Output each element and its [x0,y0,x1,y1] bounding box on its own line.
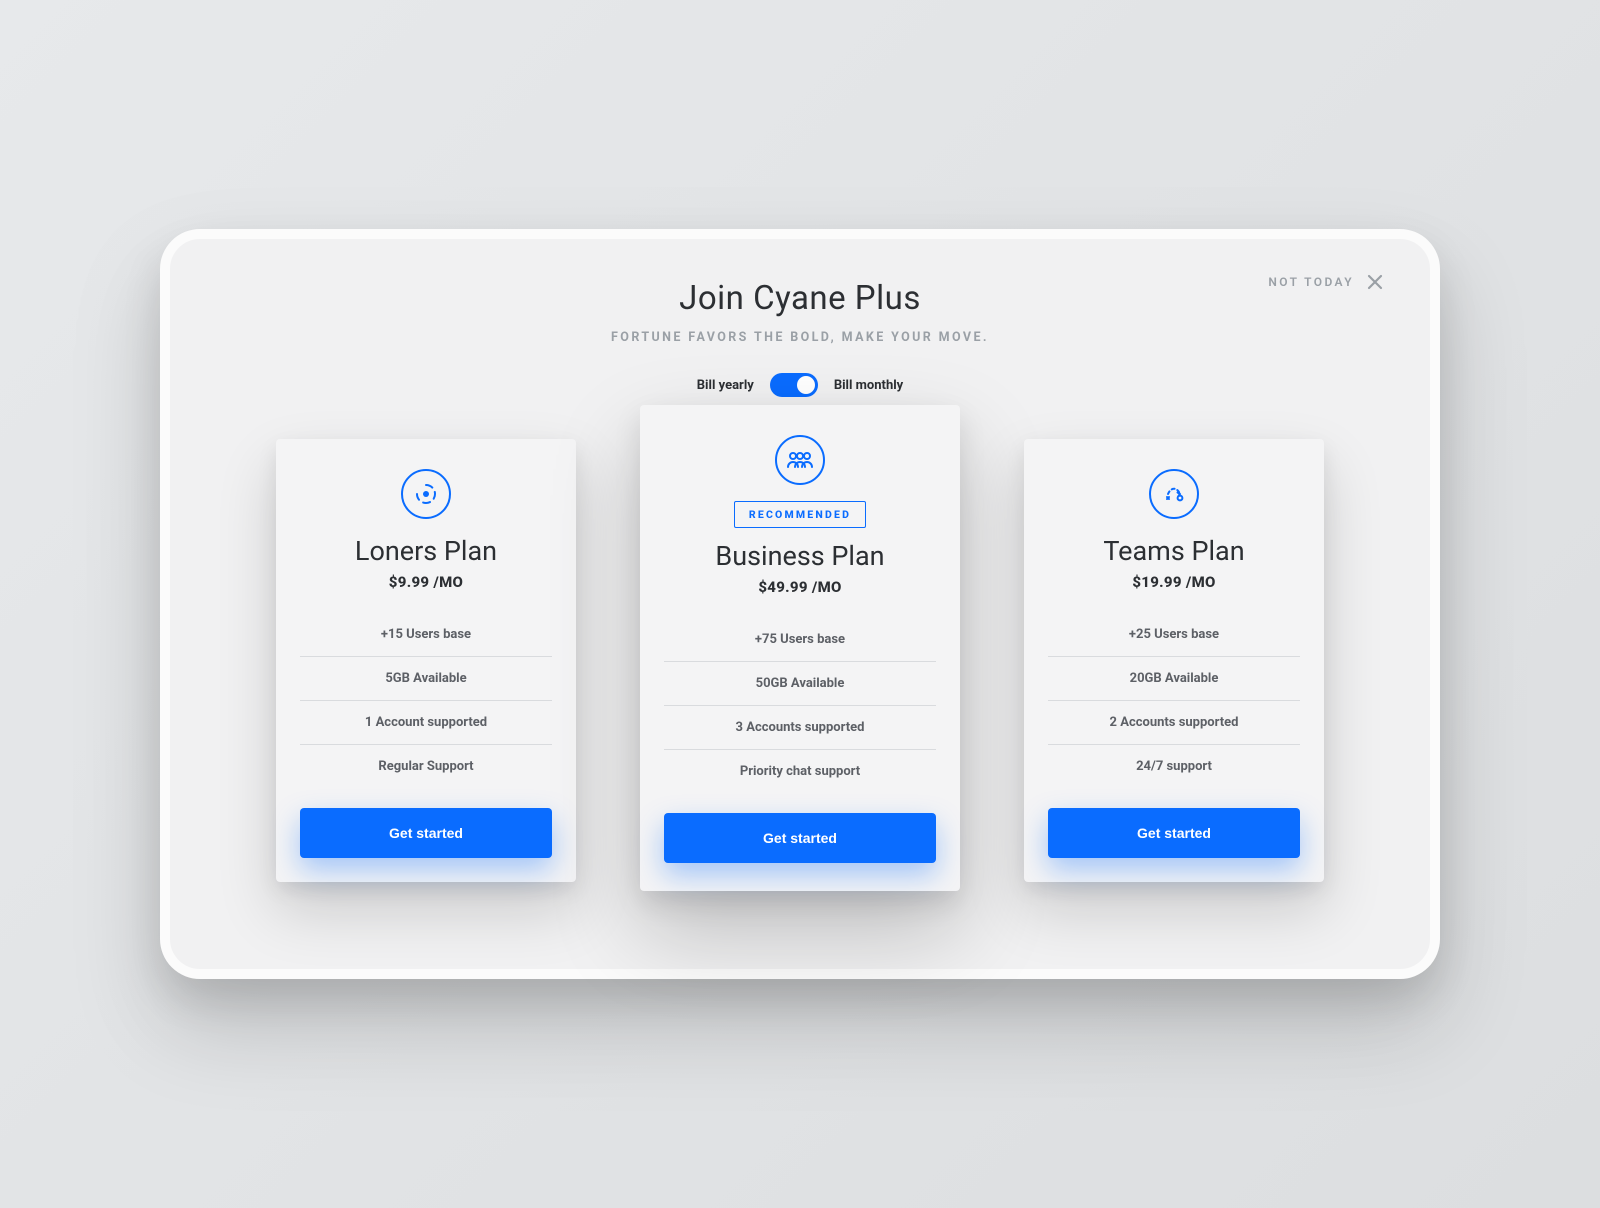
strategy-icon [1149,469,1199,519]
close-button[interactable]: NOT TODAY [1268,273,1384,291]
plan-feature: 20GB Available [1048,656,1300,700]
plan-feature: 2 Accounts supported [1048,700,1300,744]
plan-feature: +15 Users base [300,613,552,656]
plan-feature: +75 Users base [664,618,936,661]
plan-price: $19.99 /MO [1048,573,1300,591]
plan-feature: 1 Account supported [300,700,552,744]
toggle-knob [797,376,815,394]
billing-toggle[interactable] [770,373,818,397]
plan-feature: 3 Accounts supported [664,705,936,749]
get-started-button[interactable]: Get started [664,813,936,863]
plan-price: $9.99 /MO [300,573,552,591]
close-icon [1366,273,1384,291]
plan-feature: 5GB Available [300,656,552,700]
page-subtitle: FORTUNE FAVORS THE BOLD, MAKE YOUR MOVE. [230,330,1370,345]
pricing-modal: NOT TODAY Join Cyane Plus FORTUNE FAVORS… [160,229,1440,979]
page-title: Join Cyane Plus [230,279,1370,318]
plan-name: Loners Plan [300,535,552,567]
team-icon [775,435,825,485]
plan-card-loners: Loners Plan $9.99 /MO +15 Users base 5GB… [276,439,576,882]
plan-feature: Priority chat support [664,749,936,793]
get-started-button[interactable]: Get started [300,808,552,858]
plan-feature: Regular Support [300,744,552,788]
plan-feature: 24/7 support [1048,744,1300,788]
plan-features: +15 Users base 5GB Available 1 Account s… [300,613,552,788]
plan-name: Business Plan [664,540,936,572]
plan-card-business: RECOMMENDED Business Plan $49.99 /MO +75… [640,405,960,891]
billing-toggle-row: Bill yearly Bill monthly [230,373,1370,397]
plan-feature: +25 Users base [1048,613,1300,656]
pricing-cards: Loners Plan $9.99 /MO +15 Users base 5GB… [230,439,1370,891]
target-icon [401,469,451,519]
bill-yearly-label: Bill yearly [697,378,754,393]
modal-header: Join Cyane Plus FORTUNE FAVORS THE BOLD,… [230,279,1370,345]
plan-card-teams: Teams Plan $19.99 /MO +25 Users base 20G… [1024,439,1324,882]
plan-features: +25 Users base 20GB Available 2 Accounts… [1048,613,1300,788]
plan-feature: 50GB Available [664,661,936,705]
plan-features: +75 Users base 50GB Available 3 Accounts… [664,618,936,793]
close-label: NOT TODAY [1268,275,1354,289]
plan-price: $49.99 /MO [664,578,936,596]
recommended-badge: RECOMMENDED [734,501,866,528]
plan-name: Teams Plan [1048,535,1300,567]
bill-monthly-label: Bill monthly [834,378,903,393]
get-started-button[interactable]: Get started [1048,808,1300,858]
